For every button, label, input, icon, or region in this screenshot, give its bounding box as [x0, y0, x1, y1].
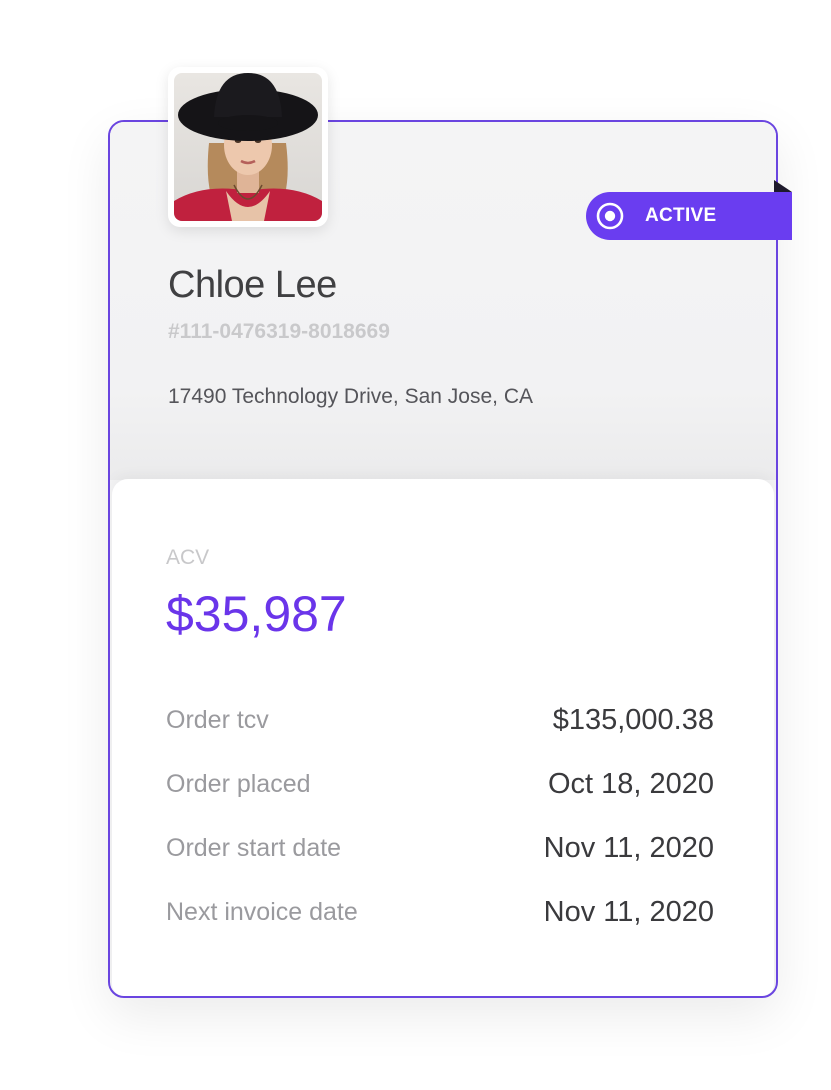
detail-row-next-invoice-date: Next invoice date Nov 11, 2020 [166, 880, 714, 944]
acv-value: $35,987 [166, 586, 347, 642]
status-label: ACTIVE [645, 205, 717, 226]
badge-fold [774, 180, 792, 192]
target-icon [596, 202, 624, 230]
detail-value: Oct 18, 2020 [547, 767, 714, 800]
acv-label: ACV [166, 546, 210, 569]
detail-value: $135,000.38 [552, 703, 714, 736]
customer-card-stage: ACTIVE Chloe Lee #111-0476319-8018669 17… [0, 0, 831, 1090]
detail-label: Next invoice date [166, 897, 358, 926]
status-badge: ACTIVE [586, 192, 792, 240]
detail-label: Order tcv [166, 705, 269, 734]
customer-name: Chloe Lee [168, 264, 337, 306]
order-details-list: Order tcv $135,000.38 Order placed Oct 1… [166, 688, 714, 944]
detail-value: Nov 11, 2020 [543, 895, 714, 928]
customer-address: 17490 Technology Drive, San Jose, CA [168, 385, 533, 408]
order-id: #111-0476319-8018669 [168, 320, 390, 343]
profile-photo-icon [174, 73, 322, 221]
avatar [168, 67, 328, 227]
detail-row-order-tcv: Order tcv $135,000.38 [166, 688, 714, 752]
detail-row-order-placed: Order placed Oct 18, 2020 [166, 752, 714, 816]
detail-label: Order start date [166, 833, 342, 862]
detail-value: Nov 11, 2020 [543, 831, 714, 864]
detail-row-order-start-date: Order start date Nov 11, 2020 [166, 816, 714, 880]
detail-label: Order placed [166, 769, 311, 798]
